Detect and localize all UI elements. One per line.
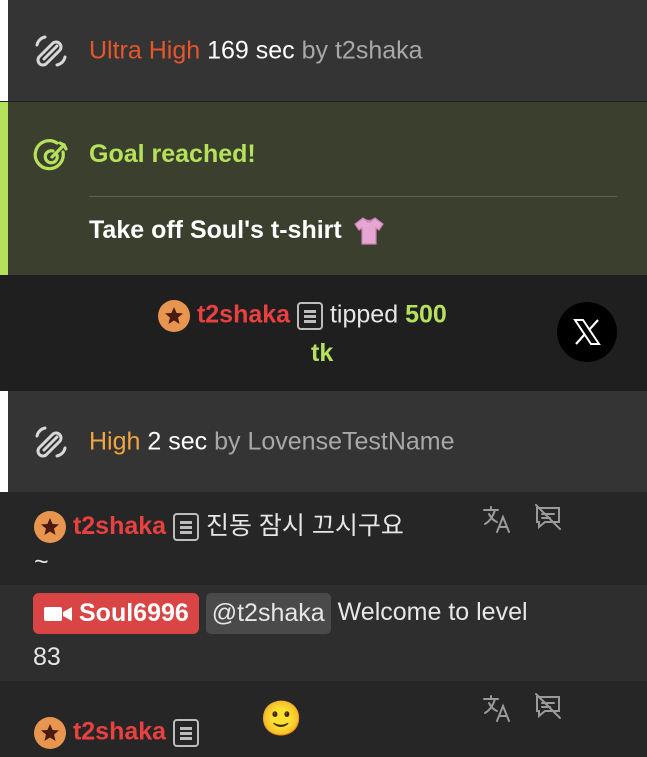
by-word: by xyxy=(301,36,329,64)
tip-amount: 500 xyxy=(405,300,447,329)
chat-message: t2shaka 진동 잠시 끄시구요 ~ xyxy=(0,492,647,585)
chat-username[interactable]: t2shaka xyxy=(73,718,166,746)
notes-icon[interactable] xyxy=(173,719,200,747)
chat-message: Soul6996 @t2shaka Welcome to level 83 xyxy=(0,585,647,681)
chat-text-continued: ~ xyxy=(34,548,49,576)
goal-target-icon xyxy=(33,139,68,171)
goal-reached-event: Goal reached! Take off Soul's t-shirt xyxy=(0,101,647,275)
chat-emoji: 🙂 xyxy=(260,700,303,738)
star-badge-icon xyxy=(34,511,66,544)
vibration-level: Ultra High xyxy=(89,36,201,64)
vibrate-icon xyxy=(35,35,67,66)
tip-action: tipped xyxy=(329,300,399,329)
notes-icon[interactable] xyxy=(297,302,324,330)
mention-tag[interactable]: @t2shaka xyxy=(205,593,331,634)
chat-username[interactable]: t2shaka xyxy=(73,512,166,540)
chat-text: Welcome to level xyxy=(337,598,528,627)
chat-text-continued: 83 xyxy=(33,643,61,671)
notes-icon[interactable] xyxy=(173,513,200,542)
x-share-button[interactable] xyxy=(557,302,617,362)
chat-message-line-1: t2shaka xyxy=(34,717,200,749)
vibration-event-text: Ultra High 169 sec by t2shaka xyxy=(89,36,423,65)
chat-feed: Ultra High 169 sec by t2shaka Goal reach… xyxy=(0,0,647,757)
event-accent-bar xyxy=(0,391,8,492)
vibration-duration: 2 sec xyxy=(147,427,208,455)
translate-icon[interactable] xyxy=(482,693,512,723)
event-accent-bar xyxy=(0,0,8,101)
tip-unit: tk xyxy=(311,339,334,367)
host-badge[interactable]: Soul6996 xyxy=(33,593,199,634)
goal-text: Take off Soul's t-shirt xyxy=(89,216,385,246)
chat-message-line-1: t2shaka 진동 잠시 끄시구요 xyxy=(34,506,404,544)
star-badge-icon xyxy=(158,300,190,332)
vibration-event: High 2 sec by LovenseTestName xyxy=(0,391,647,492)
goal-accent-bar xyxy=(0,102,8,275)
goal-divider xyxy=(89,196,617,197)
goal-title: Goal reached! xyxy=(89,140,256,168)
by-word: by xyxy=(214,427,241,455)
tshirt-icon xyxy=(353,217,384,245)
star-badge-icon xyxy=(34,717,66,749)
video-camera-icon xyxy=(44,607,72,622)
vibration-user: LovenseTestName xyxy=(247,427,455,455)
chat-message: t2shaka 🙂 xyxy=(0,681,647,757)
hide-translation-icon[interactable] xyxy=(533,502,563,532)
x-share-icon xyxy=(573,319,601,345)
tip-username[interactable]: t2shaka xyxy=(197,301,290,329)
tip-line-1: t2shaka tipped 500 xyxy=(158,300,447,332)
goal-description: Take off Soul's t-shirt xyxy=(89,216,342,244)
translate-icon[interactable] xyxy=(482,504,512,534)
chat-message-line-1: Soul6996 @t2shaka Welcome to level xyxy=(33,593,528,634)
vibration-event: Ultra High 169 sec by t2shaka xyxy=(0,0,647,101)
chat-text: 진동 잠시 끄시구요 xyxy=(205,512,404,540)
vibration-level: High xyxy=(89,427,141,455)
host-username: Soul6996 xyxy=(79,599,189,627)
vibration-user: t2shaka xyxy=(334,36,423,64)
vibrate-icon xyxy=(35,426,67,457)
vibration-event-text: High 2 sec by LovenseTestName xyxy=(89,427,455,456)
tip-event: t2shaka tipped 500 tk xyxy=(0,275,647,391)
hide-translation-icon[interactable] xyxy=(533,691,563,721)
vibration-duration: 169 sec xyxy=(207,36,295,64)
